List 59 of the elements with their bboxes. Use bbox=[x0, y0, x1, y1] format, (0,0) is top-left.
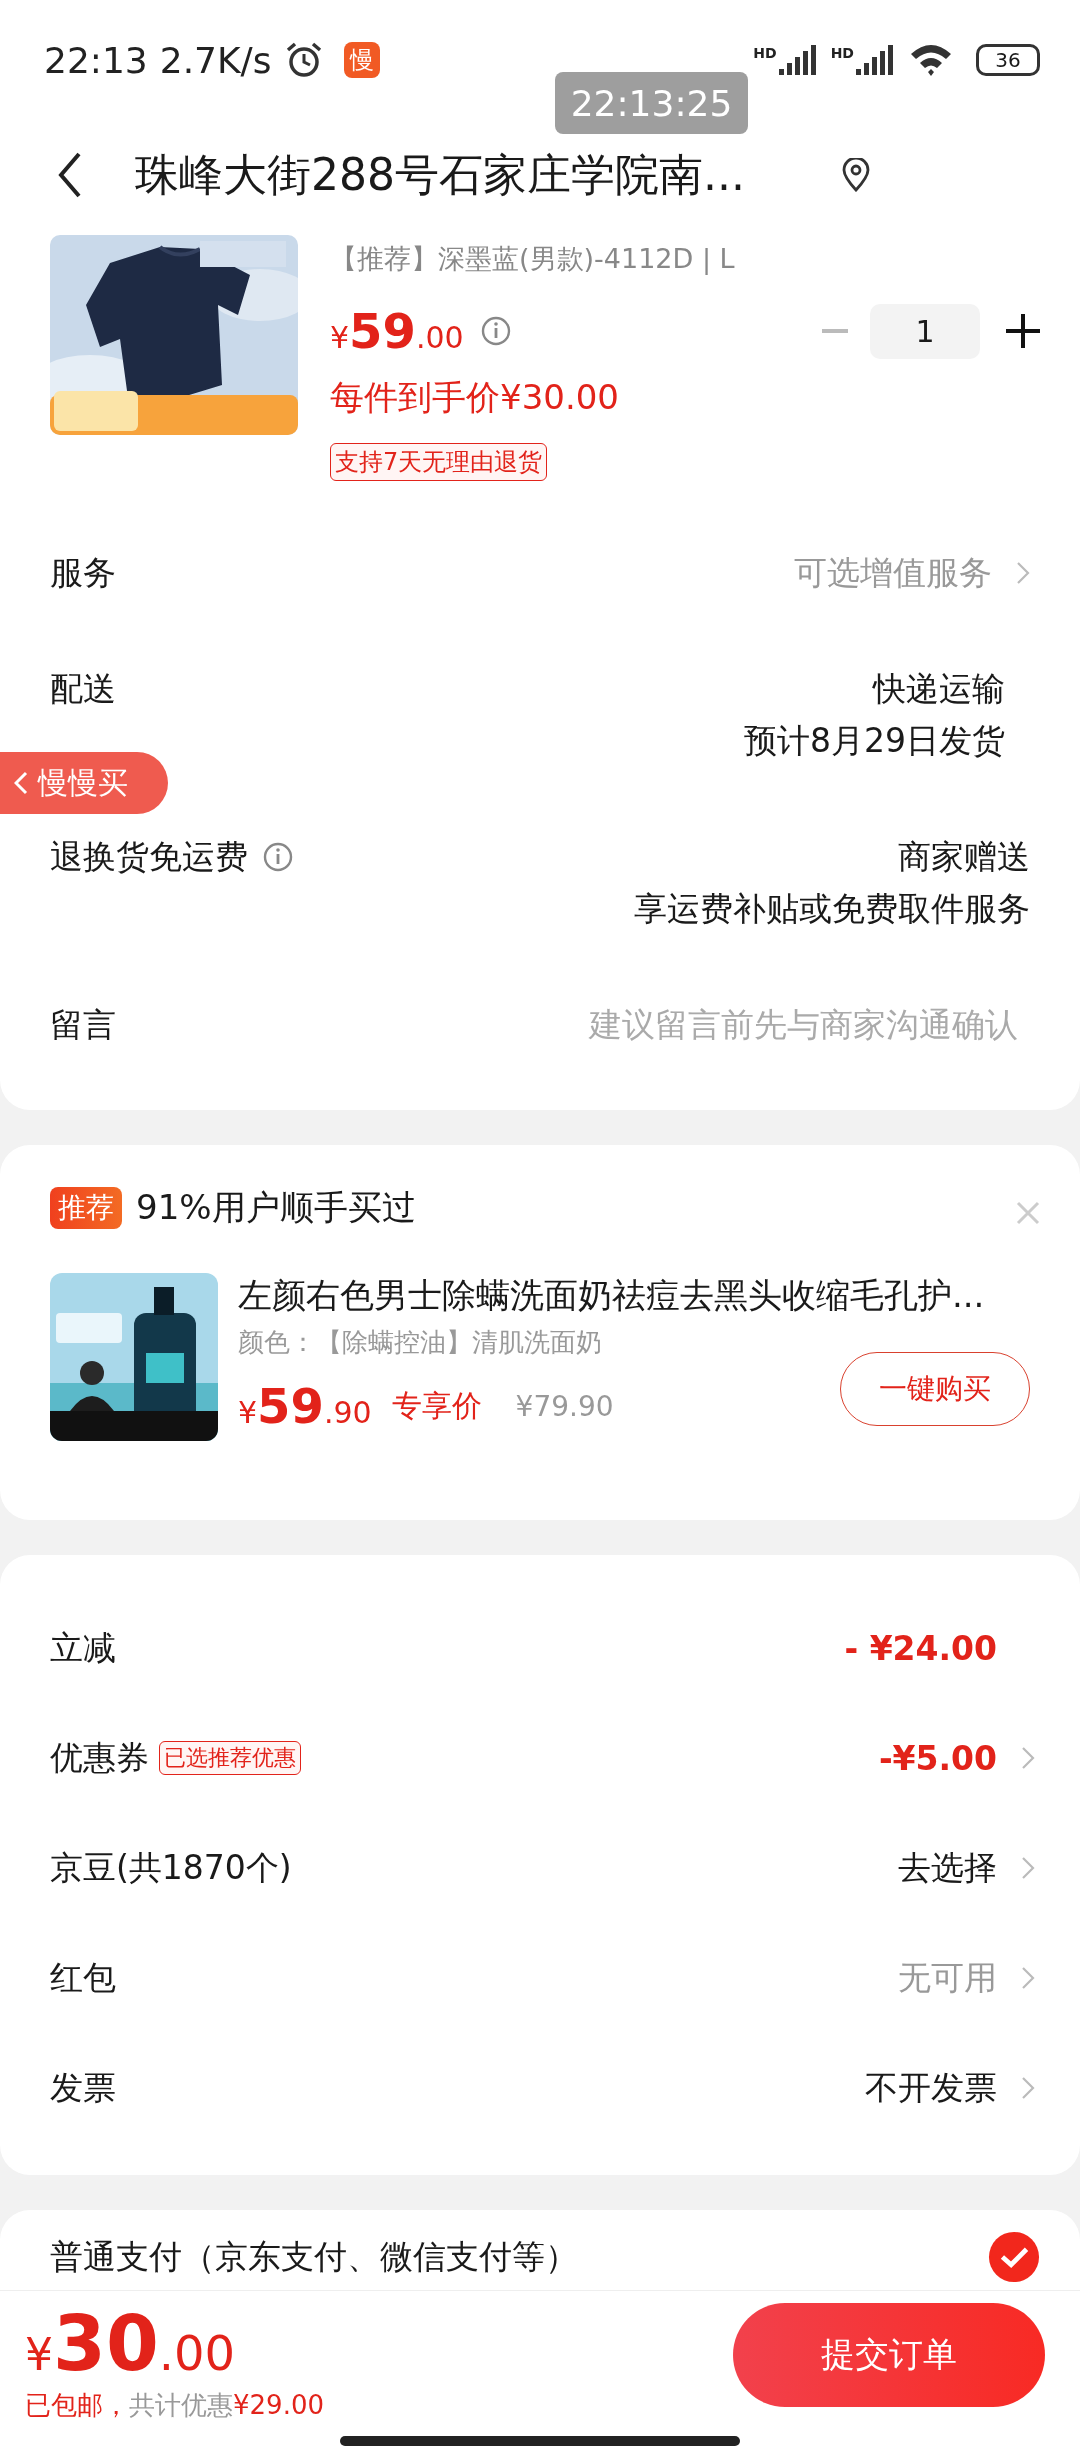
row-label: 发票 bbox=[50, 2066, 116, 2109]
row-value[interactable]: 去选择 bbox=[898, 1845, 997, 1891]
product-price: ¥59.90 bbox=[238, 1378, 372, 1434]
final-price: 每件到手价¥30.00 bbox=[330, 376, 620, 419]
buy-now-button[interactable]: 一键购买 bbox=[840, 1352, 1030, 1426]
row-label: 立减 bbox=[50, 1626, 116, 1669]
row-value[interactable]: 无可用 bbox=[898, 1955, 997, 2001]
signal-icon bbox=[778, 45, 819, 75]
row-label: 配送 bbox=[50, 668, 116, 710]
row-label: 京豆(共1870个) bbox=[50, 1846, 292, 1889]
row-label: 服务 bbox=[50, 552, 116, 594]
row-label: 留言 bbox=[50, 1004, 116, 1046]
savings-summary: 已包邮，共计优惠¥29.00 bbox=[25, 2389, 324, 2422]
row-label: 红包 bbox=[50, 1956, 116, 1999]
row-value: 快递运输 bbox=[873, 668, 1005, 710]
original-price: ¥79.90 bbox=[515, 1389, 614, 1423]
row-value[interactable]: 不开发票 bbox=[865, 2065, 997, 2111]
product-price: ¥59.00 bbox=[330, 303, 464, 359]
row-value: 商家赠送 bbox=[898, 836, 1030, 878]
chevron-icon bbox=[1016, 561, 1030, 585]
status-time: 22:13 bbox=[44, 39, 148, 81]
app-badge: 慢 bbox=[343, 42, 380, 78]
checkmark-icon[interactable] bbox=[988, 2231, 1040, 2283]
row-label: 退换货免运费 bbox=[50, 836, 248, 878]
chevron-icon bbox=[1021, 1966, 1035, 1990]
network-speed: 2.7K/s bbox=[159, 39, 272, 81]
row-value[interactable]: 可选增值服务 bbox=[794, 547, 992, 599]
battery-icon: 36 bbox=[976, 44, 1040, 76]
chevron-icon bbox=[1021, 1856, 1035, 1880]
message-field[interactable]: 建议留言前先与商家沟通确认 bbox=[518, 999, 1030, 1051]
info-icon[interactable] bbox=[479, 315, 512, 347]
return-policy-tag: 支持7天无理由退货 bbox=[330, 443, 548, 481]
shortcut-label: 慢慢买 bbox=[38, 763, 128, 802]
chevron-icon bbox=[14, 771, 28, 795]
product-name[interactable]: 左颜右色男士除螨洗面奶祛痘去黑头收缩毛孔护... bbox=[238, 1273, 1030, 1319]
product-spec[interactable]: 【推荐】深墨蓝(男款)-4112D | L bbox=[330, 241, 1040, 277]
recording-timer: 22:13:25 bbox=[555, 72, 748, 134]
recommend-badge: 推荐 bbox=[50, 1187, 122, 1229]
submit-order-button[interactable]: 提交订单 bbox=[733, 2303, 1045, 2407]
hd-label: HD bbox=[830, 45, 854, 61]
price-label: 专享价 bbox=[391, 1386, 482, 1425]
chevron-icon bbox=[1021, 1746, 1035, 1770]
discount-amount: - ¥24.00 bbox=[844, 1628, 997, 1668]
product-spec: 颜色：【除螨控油】清肌洗面奶 bbox=[238, 1326, 603, 1359]
location-pin-icon[interactable] bbox=[840, 158, 871, 192]
quantity-field[interactable]: 1 bbox=[870, 303, 980, 359]
row-label: 优惠券 bbox=[50, 1736, 149, 1779]
chevron-icon bbox=[1021, 2076, 1035, 2100]
row-value: 预计8月29日发货 bbox=[744, 720, 1005, 762]
signal-icon bbox=[856, 45, 896, 75]
discount-amount[interactable]: -¥5.00 bbox=[878, 1738, 997, 1778]
info-icon[interactable] bbox=[262, 841, 294, 873]
section-title: 91%用户顺手买过 bbox=[136, 1186, 416, 1229]
total-price: ¥30.00 bbox=[25, 2299, 237, 2388]
floating-shortcut[interactable]: 慢慢买 bbox=[0, 752, 168, 814]
row-value: 享运费补贴或免费取件服务 bbox=[634, 888, 1030, 930]
plus-icon[interactable] bbox=[1006, 314, 1040, 348]
hd-label: HD bbox=[753, 45, 777, 61]
coupon-tag: 已选推荐优惠 bbox=[159, 1741, 301, 1775]
